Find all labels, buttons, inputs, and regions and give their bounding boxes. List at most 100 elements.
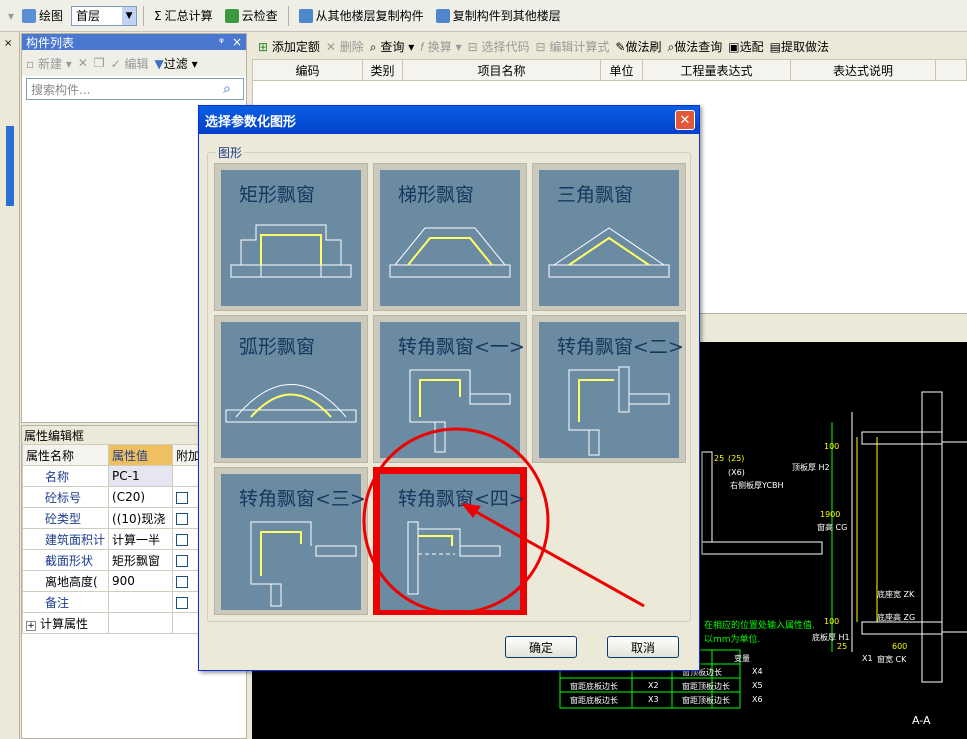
cancel-button[interactable]: 取消 (607, 636, 679, 658)
cad-table-cell: X6 (752, 695, 763, 704)
cloud-check-button[interactable]: 云检查 (221, 5, 282, 26)
method-brush-button[interactable]: ✎做法刷 (615, 38, 661, 55)
cad-table-cell: X4 (752, 667, 763, 676)
edit-button[interactable]: ✓ 编辑 (111, 55, 149, 72)
sigma-icon: Σ (154, 8, 162, 23)
column-header: 单位 (601, 60, 643, 80)
pin-icon[interactable]: ᵠ (219, 35, 224, 49)
trapezoid-bay-window-icon (389, 227, 511, 278)
copy-to-floor-button[interactable]: 复制构件到其他楼层 (432, 5, 565, 26)
divider (287, 5, 289, 26)
cad-number: 25 (714, 454, 725, 463)
prop-value (108, 612, 174, 634)
checkbox[interactable] (176, 491, 189, 504)
toolbar-grip: ▾ (8, 8, 15, 23)
shape-tile-corner-bay-window-3[interactable]: 转角飘窗<三> (214, 467, 368, 615)
prop-value[interactable]: PC-1 (108, 465, 174, 487)
expand-icon[interactable]: + (26, 620, 36, 631)
query-button[interactable]: ⌕ 查询 ▾ (370, 38, 414, 55)
triangle-bay-window-icon (548, 227, 670, 278)
convert-button[interactable]: 𝑓 换算 ▾ (420, 38, 461, 55)
corner-bay-window-icon (250, 521, 357, 607)
cad-number: (25) (728, 454, 745, 463)
delete-icon[interactable]: ✕ (78, 56, 88, 70)
add-quota-button[interactable]: ⊞ 添加定额 (258, 38, 320, 55)
brush-icon: ✎ (615, 39, 626, 54)
copy-from-icon (298, 8, 313, 23)
checkbox[interactable] (176, 512, 189, 525)
shape-tile-corner-bay-window-1[interactable]: 转角飘窗<一> (373, 315, 527, 463)
tile-canvas: 转角飘窗<一> (380, 322, 525, 458)
prop-value[interactable]: ((10)现浇 (108, 507, 174, 529)
search-icon[interactable]: ⌕ (223, 81, 243, 97)
cad-table-cell: X2 (648, 681, 659, 690)
shape-tile-rect-bay-window[interactable]: 矩形飘窗 (214, 163, 368, 311)
cad-table-cell: 窗距顶板边长 (682, 682, 730, 691)
new-button[interactable]: ▫ 新建 ▾ (26, 55, 72, 72)
checkbox[interactable] (176, 554, 189, 567)
chevron-down-icon[interactable]: ▼ (122, 6, 137, 25)
add-icon: ⊞ (258, 39, 269, 54)
method-grid-header: 编码 类别 项目名称 单位 工程量表达式 表达式说明 (252, 59, 967, 81)
cad-note: 在相应的位置处输入属性值. (704, 621, 815, 631)
cad-table-cell: 窗距底板边长 (570, 696, 618, 705)
scrollbar[interactable] (6, 126, 14, 206)
select-parametric-shape-dialog: 选择参数化图形 ✕ 图形 矩形飘窗 梯形飘窗 三角飘窗 弧形飘窗 转角飘窗<一>… (198, 105, 700, 671)
checkbox[interactable] (176, 596, 189, 609)
select-code-button[interactable]: ⊟ 选择代码 (468, 38, 530, 55)
close-icon[interactable]: × (232, 35, 242, 49)
method-query-button[interactable]: ⌕做法查询 (667, 38, 722, 55)
edit-formula-button[interactable]: ⊟ 编辑计算式 (536, 38, 610, 55)
floor-select[interactable]: 首层 ▼ (71, 5, 138, 26)
copy-icon[interactable]: ❐ (94, 56, 105, 70)
cad-label: 窗宽 CK (877, 655, 907, 664)
shape-tile-arc-bay-window[interactable]: 弧形飘窗 (214, 315, 368, 463)
prop-name: + 计算属性 (21, 612, 110, 634)
funnel-icon: ▼ (154, 56, 164, 71)
shape-tile-corner-bay-window-2[interactable]: 转角飘窗<二> (532, 315, 686, 463)
shape-tile-triangle-bay-window[interactable]: 三角飘窗 (532, 163, 686, 311)
component-list-toolbar: ▫ 新建 ▾ ✕ ❐ ✓ 编辑 ▼过滤 ▾ (22, 50, 246, 76)
prop-value[interactable] (108, 591, 174, 613)
prop-name: 离地高度( (21, 570, 110, 592)
prop-value[interactable]: (C20) (108, 486, 174, 508)
copy-to-icon (435, 8, 450, 23)
cad-table-cell: X3 (648, 695, 659, 704)
corner-bay-window-icon (409, 369, 511, 453)
component-list-header: 构件列表 ᵠ × (22, 34, 246, 50)
filter-button[interactable]: ▼过滤 ▾ (155, 55, 198, 72)
cad-number: X1 (862, 654, 873, 663)
select-match-button[interactable]: ▣选配 (728, 38, 763, 55)
close-icon[interactable]: × (4, 38, 12, 49)
close-icon[interactable]: ✕ (675, 110, 695, 130)
search-input[interactable]: 搜索构件... ⌕ (26, 78, 244, 100)
extract-method-button[interactable]: ▤提取做法 (770, 38, 829, 55)
dialog-title-bar[interactable]: 选择参数化图形 ✕ (199, 106, 699, 134)
prop-value[interactable]: 900 (108, 570, 174, 592)
shape-tile-corner-bay-window-4[interactable]: 转角飘窗<四> (373, 467, 527, 615)
sum-button[interactable]: Σ 汇总计算 (150, 5, 217, 26)
ok-button[interactable]: 确定 (505, 636, 577, 658)
method-toolbar: ⊞ 添加定额 ✕ 删除 ⌕ 查询 ▾ 𝑓 换算 ▾ ⊟ 选择代码 ⊟ 编辑计算式… (252, 33, 967, 59)
tile-canvas: 矩形飘窗 (221, 170, 361, 306)
cad-number: 100 (824, 442, 840, 451)
copy-from-floor-button[interactable]: 从其他楼层复制构件 (295, 5, 428, 26)
corner-bay-window-icon (407, 521, 501, 595)
cad-section-label: A-A (912, 714, 931, 727)
rect-bay-window-icon (230, 224, 352, 278)
prop-name: 建筑面积计 (21, 528, 110, 550)
cad-label: 底座高 ZG (877, 613, 916, 622)
draw-button[interactable]: 绘图 (18, 5, 67, 26)
cad-table-cell: 窗距顶板边长 (682, 696, 730, 705)
column-header: 项目名称 (403, 60, 601, 80)
tile-canvas: 梯形飘窗 (380, 170, 520, 306)
shape-tile-trapezoid-bay-window[interactable]: 梯形飘窗 (373, 163, 527, 311)
checkbox[interactable] (176, 575, 189, 588)
cad-table-head: 变量 (734, 654, 750, 663)
delete-button[interactable]: ✕ 删除 (326, 38, 364, 55)
prop-value[interactable]: 矩形飘窗 (108, 549, 174, 571)
prop-name: 名称 (21, 465, 110, 487)
prop-value[interactable]: 计算一半 (108, 528, 174, 550)
checkbox[interactable] (176, 533, 189, 546)
prop-name: 砼标号 (21, 486, 110, 508)
